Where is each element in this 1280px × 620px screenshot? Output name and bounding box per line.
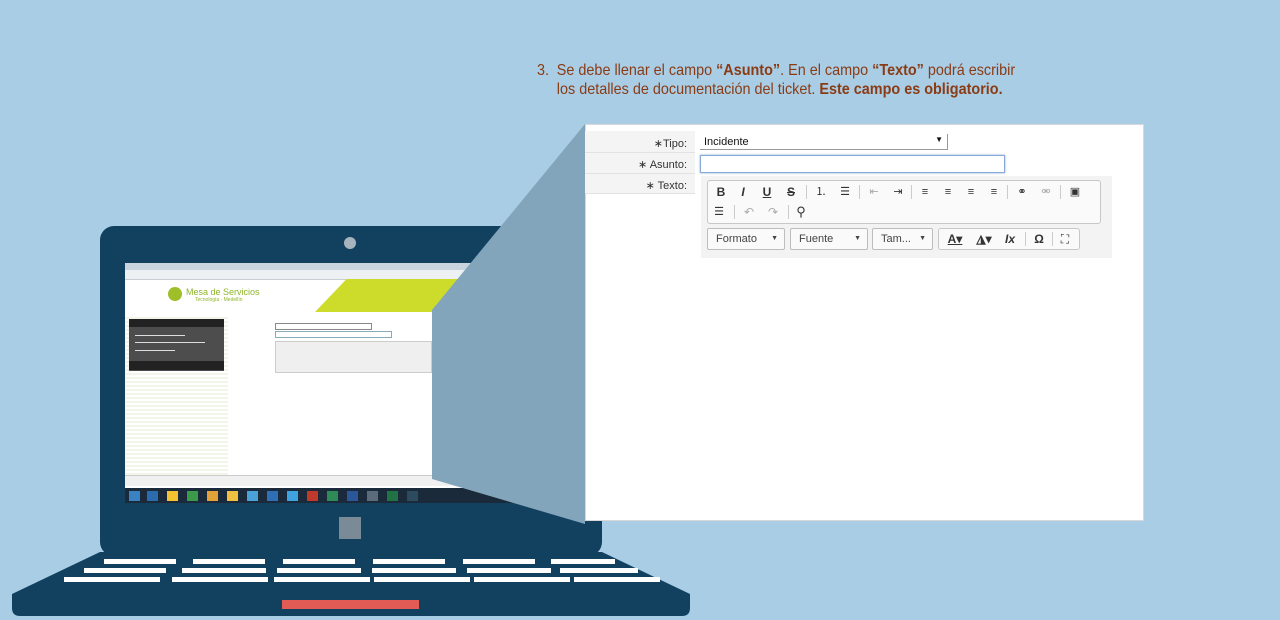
separator: [806, 185, 807, 199]
outdent-icon[interactable]: ⇤: [865, 184, 883, 200]
link-icon[interactable]: ⚭: [1013, 184, 1031, 200]
sidebar-menu-footer: [129, 361, 224, 370]
justify-icon[interactable]: ≡: [985, 184, 1003, 200]
separator: [788, 205, 789, 219]
instruction-part: . En el campo: [780, 62, 873, 79]
separator: [911, 185, 912, 199]
chrome-icon: [207, 491, 218, 501]
chevron-down-icon: ▼: [919, 235, 926, 242]
strikethrough-icon[interactable]: S: [782, 184, 800, 200]
step-number: 3.: [537, 62, 550, 79]
camera-icon: [344, 237, 356, 249]
menu-line: [135, 342, 205, 343]
excel-icon: [327, 491, 338, 501]
asunto-input[interactable]: [700, 155, 1005, 173]
tipo-select-value: Incidente: [704, 136, 749, 148]
app-icon: [307, 491, 318, 501]
tipo-select[interactable]: Incidente ▼: [700, 134, 948, 150]
align-center-icon[interactable]: ≡: [939, 184, 957, 200]
app-icon: [367, 491, 378, 501]
toolbar-group-main: B I U S ⒈ ☰ ⇤ ⇥ ≡ ≡ ≡ ≡ ⚭ ⚮ ▣ ☰ ↶ ↷ ⚲: [707, 180, 1101, 224]
italic-icon[interactable]: I: [734, 184, 752, 200]
separator: [1007, 185, 1008, 199]
font-combo-label: Fuente: [799, 233, 834, 245]
undo-icon[interactable]: ↶: [740, 204, 758, 220]
toolbar-group-style: A▾ ◮▾ Ix Ω ⛶: [938, 228, 1080, 250]
remove-format-icon[interactable]: Ix: [1001, 231, 1019, 247]
chevron-down-icon: ▼: [935, 135, 943, 144]
separator: [1060, 185, 1061, 199]
background-color-icon[interactable]: ◮▾: [972, 231, 996, 247]
texto-highlight: “Texto”: [872, 62, 924, 79]
tipo-label: ∗Tipo:: [653, 138, 687, 150]
instruction-part: Se debe llenar el campo: [556, 62, 717, 79]
menu-line: [135, 335, 185, 336]
bold-icon[interactable]: B: [712, 184, 730, 200]
instruction-part: podrá escribir: [923, 62, 1016, 79]
folder-icon: [167, 491, 178, 501]
instruction-part: los detalles de documentación del ticket…: [556, 81, 820, 98]
editor-toolbar: B I U S ⒈ ☰ ⇤ ⇥ ≡ ≡ ≡ ≡ ⚭ ⚮ ▣ ☰ ↶ ↷ ⚲ Fo…: [701, 176, 1112, 259]
instruction-line-1: 3. Se debe llenar el campo “Asunto”. En e…: [537, 61, 1077, 80]
sidebar-menu-header: [129, 319, 224, 327]
app-icon: [247, 491, 258, 501]
format-combo-label: Formato: [716, 233, 757, 245]
mini-asunto-field: [275, 331, 392, 338]
logo-subtitle: Tecnología · Medellín: [195, 297, 243, 303]
font-combo[interactable]: Fuente ▼: [790, 228, 868, 250]
mini-editor-toolbar: [275, 341, 432, 373]
app-icon: [227, 491, 238, 501]
bulleted-list-icon[interactable]: ☰: [836, 184, 854, 200]
separator: [1052, 232, 1053, 246]
align-left-icon[interactable]: ≡: [916, 184, 934, 200]
special-character-icon[interactable]: Ω: [1030, 231, 1048, 247]
menu-line: [135, 350, 175, 351]
texto-label: ∗ Texto:: [645, 180, 687, 192]
logo-title: Mesa de Servicios: [186, 287, 260, 297]
trackpad: [282, 600, 419, 609]
image-icon[interactable]: ▣: [1066, 184, 1084, 200]
row-divider: [585, 193, 695, 194]
separator: [859, 185, 860, 199]
maximize-icon[interactable]: ⛶: [1056, 231, 1074, 247]
separator: [734, 205, 735, 219]
start-icon: [129, 491, 140, 501]
separator: [1025, 232, 1026, 246]
home-button: [339, 517, 361, 539]
asunto-highlight: “Asunto”: [716, 62, 781, 79]
app-icon: [387, 491, 398, 501]
format-combo[interactable]: Formato ▼: [707, 228, 785, 250]
app-icon: [267, 491, 278, 501]
chevron-down-icon: ▼: [771, 235, 778, 242]
instruction-line-2: los detalles de documentación del ticket…: [537, 80, 1077, 99]
instruction-text: 3. Se debe llenar el campo “Asunto”. En e…: [537, 61, 1077, 99]
zoom-projection: [432, 124, 585, 524]
align-right-icon[interactable]: ≡: [962, 184, 980, 200]
chevron-down-icon: ▼: [854, 235, 861, 242]
mandatory-note: Este campo es obligatorio.: [819, 81, 1003, 98]
row-divider: [585, 152, 695, 153]
size-combo[interactable]: Tam... ▼: [872, 228, 933, 250]
numbered-list-icon[interactable]: ⒈: [812, 184, 830, 200]
app-icon: [187, 491, 198, 501]
word-icon: [347, 491, 358, 501]
unlink-icon[interactable]: ⚮: [1037, 184, 1055, 200]
app-icon: [407, 491, 418, 501]
logo-icon: [168, 287, 182, 301]
text-color-icon[interactable]: A▾: [943, 231, 967, 247]
search-icon[interactable]: ⚲: [792, 204, 810, 220]
ie-icon: [147, 491, 158, 501]
asunto-label: ∗ Asunto:: [638, 159, 687, 171]
mini-tipo-field: [275, 323, 372, 330]
skype-icon: [287, 491, 298, 501]
texto-editor-area[interactable]: [701, 258, 1112, 518]
horizontal-line-icon[interactable]: ☰: [710, 204, 728, 220]
row-divider: [585, 173, 695, 174]
redo-icon[interactable]: ↷: [764, 204, 782, 220]
underline-icon[interactable]: U: [758, 184, 776, 200]
indent-icon[interactable]: ⇥: [889, 184, 907, 200]
size-combo-label: Tam...: [881, 233, 911, 245]
